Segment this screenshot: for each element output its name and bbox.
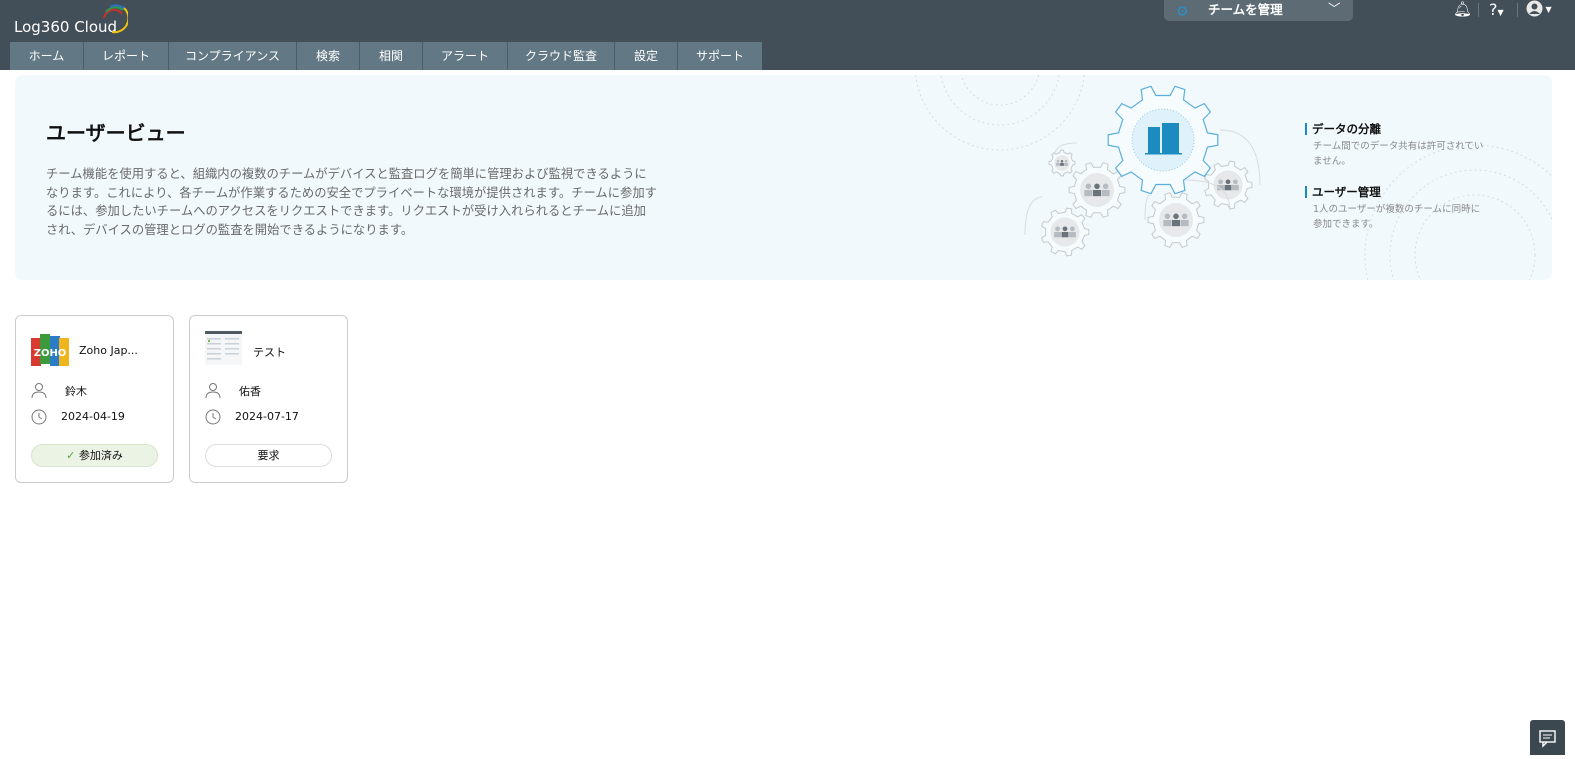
manage-team-dropdown[interactable]: ⚙ チームを管理 ﹀: [1164, 0, 1353, 21]
people-icon: [1225, 179, 1231, 185]
people-icon: [1062, 226, 1068, 232]
decor-arc: [960, 75, 1040, 106]
building-icon: [1148, 127, 1160, 153]
help-label: ?: [1489, 0, 1498, 19]
tab-cloud-audit[interactable]: クラウド監査: [508, 42, 615, 70]
chevron-down-icon: ﹀: [1328, 1, 1341, 16]
joined-label: 参加済み: [78, 449, 123, 462]
arrow-arc: [1024, 196, 1044, 236]
top-bar: Log360 Cloud ホーム レポート コンプライアンス 検索 相関 アラー…: [0, 0, 1575, 70]
people-icon: [1054, 232, 1062, 238]
joined-button[interactable]: ✓ 参加済み: [31, 444, 158, 467]
feature-data-isolation: データの分離チーム間でのデータ共有は許可されていません。: [1305, 123, 1485, 169]
team-card[interactable]: ZOHO Zoho Jap... 鈴木 2024-04-19 ✓ 参加済み: [15, 315, 174, 483]
team-owner: 佑香: [239, 385, 261, 398]
people-icon: [1101, 190, 1110, 197]
tab-settings[interactable]: 設定: [615, 42, 678, 70]
people-icon: [1060, 163, 1064, 166]
chat-icon: [1539, 730, 1556, 748]
people-icon: [1173, 213, 1179, 220]
request-label: 要求: [257, 449, 280, 462]
gears-icon: ⚙: [1176, 4, 1189, 20]
feature-text: チーム間でのデータ共有は許可されていません。: [1313, 141, 1484, 167]
help-icon[interactable]: ?▼: [1489, 0, 1504, 19]
svg-text:ZOHO: ZOHO: [34, 348, 67, 359]
user-avatar-icon[interactable]: ▼: [1526, 0, 1552, 21]
decor-arc: [940, 75, 1060, 126]
arrow-arc: [1144, 194, 1151, 221]
people-icon: [1056, 159, 1060, 163]
team-thumbnail: [205, 331, 242, 365]
bell-icon[interactable]: 🔔︎: [1453, 0, 1472, 18]
team-name: テスト: [253, 346, 286, 359]
people-icon: [1061, 232, 1069, 238]
people-icon: [1085, 183, 1092, 190]
date-row: 2024-07-17: [205, 409, 299, 428]
people-icon: [1224, 185, 1232, 191]
tab-correlation[interactable]: 相関: [360, 42, 423, 70]
tab-compliance[interactable]: コンプライアンス: [169, 42, 297, 70]
people-icon: [1233, 179, 1238, 185]
people-icon: [1231, 185, 1239, 191]
tab-reports[interactable]: レポート: [84, 42, 169, 70]
people-icon: [1171, 220, 1181, 227]
people-icon: [1218, 179, 1223, 185]
user-view-banner: ユーザービュー チーム機能を使用すると、組織内の複数のチームがデバイスと監査ログ…: [15, 75, 1552, 280]
people-icon: [1068, 232, 1076, 238]
request-button[interactable]: 要求: [205, 444, 332, 467]
divider: [1478, 3, 1479, 17]
people-icon: [1060, 159, 1064, 163]
people-icon: [1102, 183, 1109, 190]
zoho-logo: ZOHO: [31, 334, 69, 366]
team-card[interactable]: テスト 佑香 2024-07-17 要求: [189, 315, 348, 483]
tab-home[interactable]: ホーム: [10, 42, 84, 70]
check-icon: ✓: [66, 449, 76, 462]
people-icon: [1180, 220, 1189, 227]
building-icon: [1162, 123, 1179, 153]
logo[interactable]: Log360 Cloud: [14, 4, 128, 36]
feature-user-management: ユーザー管理 1人のユーザーが複数のチームに同時に参加できます。: [1305, 186, 1485, 232]
team-date: 2024-07-17: [235, 410, 299, 423]
people-icon: [1084, 190, 1093, 197]
people-icon: [1064, 163, 1068, 166]
people-icon: [1064, 159, 1068, 163]
user-icon: [205, 383, 221, 399]
tab-search[interactable]: 検索: [297, 42, 360, 70]
people-icon: [1164, 213, 1171, 220]
people-icon: [1055, 226, 1060, 232]
tab-alerts[interactable]: アラート: [423, 42, 508, 70]
people-icon: [1056, 163, 1060, 166]
date-row: 2024-04-19: [31, 409, 125, 428]
user-icon: [31, 383, 47, 399]
people-icon: [1070, 226, 1075, 232]
team-owner: 鈴木: [65, 385, 87, 398]
people-icon: [1092, 190, 1102, 197]
people-icon: [1181, 213, 1188, 220]
people-icon: [1094, 183, 1100, 190]
main-nav: ホーム レポート コンプライアンス 検索 相関 アラート クラウド監査 設定 サ…: [10, 42, 762, 70]
clock-icon: [31, 409, 47, 425]
decor-arc: [915, 75, 1085, 151]
manage-team-label: チームを管理: [1208, 2, 1283, 17]
tab-support[interactable]: サポート: [678, 42, 762, 70]
logo-arc-icon: [103, 4, 128, 34]
owner-row: 鈴木: [31, 382, 87, 401]
team-date: 2024-04-19: [61, 410, 125, 423]
divider: [1517, 3, 1518, 17]
team-name: Zoho Jap...: [79, 344, 138, 357]
building-icon: [1145, 153, 1182, 155]
people-icon: [1163, 220, 1172, 227]
feature-text: 1人のユーザーが複数のチームに同時に参加できます。: [1313, 204, 1481, 230]
feature-title: データの分離: [1305, 123, 1485, 135]
owner-row: 佑香: [205, 382, 261, 401]
clock-icon: [205, 409, 221, 425]
teams-gears-illustration: [915, 75, 1552, 280]
chat-button[interactable]: [1530, 720, 1565, 755]
feature-title: ユーザー管理: [1305, 186, 1485, 198]
